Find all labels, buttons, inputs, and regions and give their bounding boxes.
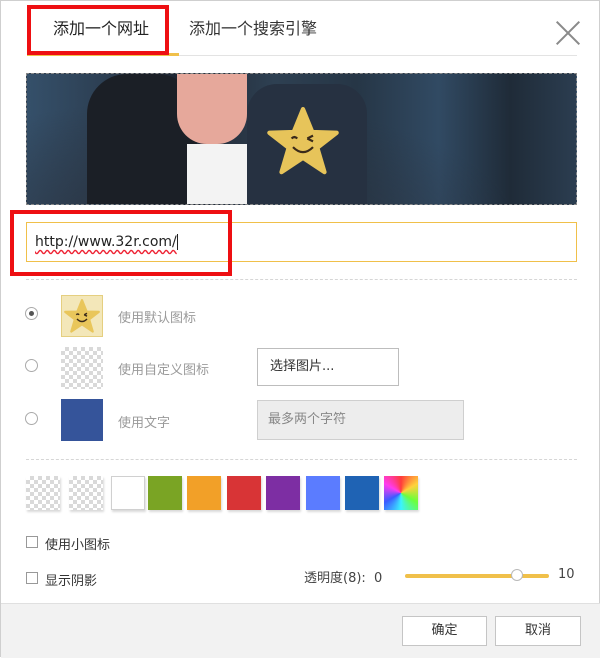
color-swatch-white[interactable] bbox=[111, 476, 145, 510]
star-smile-icon bbox=[64, 299, 100, 333]
preview-figure bbox=[177, 74, 247, 144]
checkbox-label-small-icon: 使用小图标 bbox=[45, 538, 111, 553]
cancel-button[interactable]: 取消 bbox=[495, 616, 581, 646]
opacity-min: 0 bbox=[373, 571, 383, 586]
color-swatch-light-blue[interactable] bbox=[306, 476, 340, 510]
divider bbox=[26, 279, 577, 280]
radio-custom-icon[interactable] bbox=[25, 359, 38, 372]
option-label-default-icon: 使用默认图标 bbox=[118, 311, 197, 326]
tab-add-search-engine[interactable]: 添加一个搜索引擎 bbox=[189, 15, 317, 39]
option-label-text: 使用文字 bbox=[118, 416, 171, 431]
add-site-dialog: 添加一个网址 添加一个搜索引擎 http://www.32r.com/ 使用默认… bbox=[0, 0, 600, 658]
divider bbox=[26, 459, 577, 460]
color-swatch-purple[interactable] bbox=[266, 476, 300, 510]
ok-button[interactable]: 确定 bbox=[402, 616, 487, 646]
radio-default-icon[interactable] bbox=[25, 307, 38, 320]
default-icon-preview[interactable] bbox=[61, 295, 103, 337]
checkbox-show-shadow[interactable] bbox=[26, 572, 38, 584]
color-swatch-transparent[interactable] bbox=[26, 476, 60, 510]
color-swatch-green[interactable] bbox=[148, 476, 182, 510]
opacity-slider-track[interactable] bbox=[405, 574, 549, 578]
preview-figure bbox=[187, 144, 247, 204]
checkbox-small-icon[interactable] bbox=[26, 536, 38, 548]
opacity-max: 10 bbox=[558, 567, 575, 582]
color-swatch-red[interactable] bbox=[227, 476, 261, 510]
option-label-custom-icon: 使用自定义图标 bbox=[118, 363, 210, 378]
opacity-label: 透明度(8): 0 bbox=[304, 567, 382, 586]
checkbox-label-show-shadow: 显示阴影 bbox=[45, 574, 98, 589]
color-swatch-blue[interactable] bbox=[345, 476, 379, 510]
custom-icon-preview bbox=[61, 347, 103, 389]
color-picker-rainbow[interactable] bbox=[384, 476, 418, 510]
tile-preview bbox=[26, 73, 577, 205]
radio-text-icon[interactable] bbox=[25, 412, 38, 425]
star-smile-icon bbox=[267, 107, 339, 175]
highlight-box-url bbox=[10, 210, 232, 276]
opacity-slider-handle[interactable] bbox=[511, 569, 523, 581]
color-swatch-transparent[interactable] bbox=[69, 476, 103, 510]
choose-image-button[interactable]: 选择图片... bbox=[257, 348, 399, 386]
opacity-title: 透明度(8): bbox=[304, 571, 366, 586]
text-icon-input[interactable]: 最多两个字符 bbox=[257, 400, 464, 440]
close-icon[interactable] bbox=[554, 19, 582, 47]
text-icon-preview bbox=[61, 399, 103, 441]
highlight-box-tab bbox=[27, 5, 169, 55]
color-swatch-orange[interactable] bbox=[187, 476, 221, 510]
